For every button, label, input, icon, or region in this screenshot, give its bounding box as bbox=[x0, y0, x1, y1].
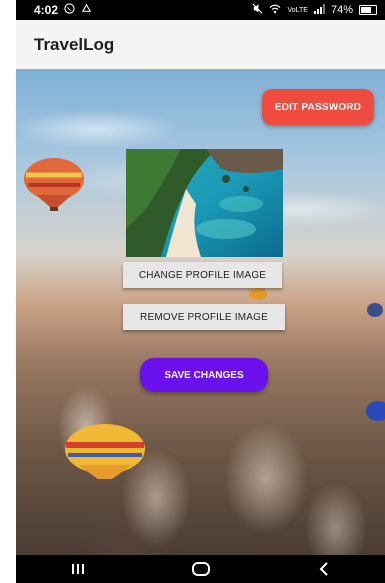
home-icon[interactable] bbox=[181, 557, 221, 581]
app-title: TravelLog bbox=[34, 34, 115, 54]
notification-icon bbox=[81, 3, 92, 17]
balloon-image bbox=[367, 303, 383, 317]
battery-percent: 74% bbox=[330, 4, 353, 16]
mute-icon bbox=[252, 3, 263, 17]
wifi-icon bbox=[269, 4, 281, 17]
app-bar: TravelLog bbox=[16, 20, 385, 69]
volte-icon: VoLTE bbox=[287, 6, 308, 14]
profile-image bbox=[126, 149, 283, 257]
change-profile-image-button[interactable]: CHANGE PROFILE IMAGE bbox=[123, 262, 282, 288]
status-time: 4:02 bbox=[34, 3, 59, 17]
battery-icon bbox=[359, 5, 377, 15]
status-right: VoLTE 74% bbox=[252, 3, 377, 17]
recents-icon[interactable] bbox=[58, 557, 98, 581]
balloon-image bbox=[24, 158, 84, 211]
back-icon[interactable] bbox=[304, 557, 344, 581]
system-nav-bar bbox=[16, 555, 385, 583]
save-changes-button[interactable]: SAVE CHANGES bbox=[140, 358, 268, 392]
profile-screen-content: EDIT PASSWORD CHANGE PROFILE IMAGE REMOV… bbox=[16, 69, 385, 555]
whatsapp-icon bbox=[64, 3, 75, 17]
status-left: 4:02 bbox=[34, 3, 92, 17]
balloon-image bbox=[366, 401, 385, 421]
remove-profile-image-button[interactable]: REMOVE PROFILE IMAGE bbox=[123, 304, 285, 330]
status-bar: 4:02 VoLTE 74% bbox=[16, 0, 385, 20]
balloon-image bbox=[65, 424, 145, 479]
edit-password-button[interactable]: EDIT PASSWORD bbox=[262, 89, 374, 125]
phone-screen: 4:02 VoLTE 74% TravelLog EDIT PASSWORD C… bbox=[16, 0, 385, 583]
signal-icon bbox=[313, 3, 325, 17]
balloon-image bbox=[249, 288, 267, 300]
